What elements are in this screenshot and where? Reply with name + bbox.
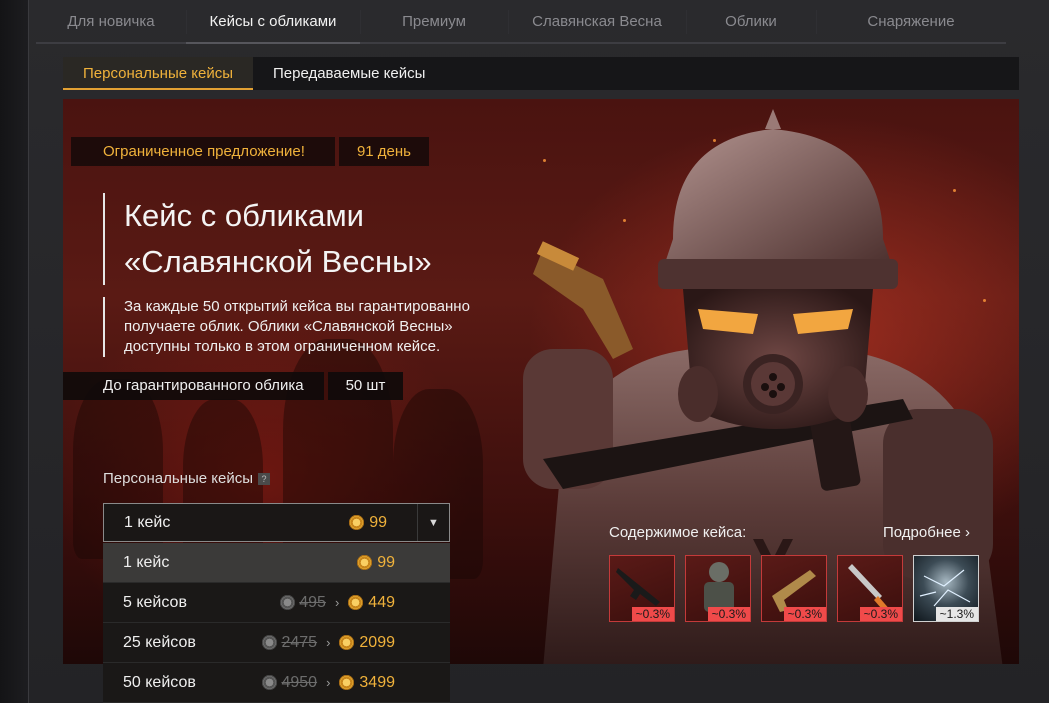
tab-equipment[interactable]: Снаряжение	[816, 0, 1006, 44]
option-1-case[interactable]: 1 кейс 99	[103, 543, 450, 583]
drop-chance: ~0.3%	[783, 607, 826, 621]
case-item[interactable]: ~0.3%	[837, 555, 903, 622]
option-price-value: 3499	[359, 673, 395, 691]
option-price: 2475 › 2099	[262, 634, 395, 652]
chevron-right-icon: ›	[326, 675, 331, 690]
personal-cases-text: Персональные кейсы	[103, 470, 253, 487]
old-price: 495	[280, 594, 326, 612]
tab-personal-cases[interactable]: Персональные кейсы	[63, 57, 253, 90]
option-price-value: 99	[377, 553, 395, 571]
description-line3: доступны только в этом ограниченном кейс…	[124, 338, 441, 355]
limited-offer-label: Ограниченное предложение!	[71, 137, 335, 166]
drop-chance: ~0.3%	[631, 607, 674, 621]
option-label: 25 кейсов	[123, 633, 196, 651]
gold-coin-icon	[339, 675, 355, 690]
old-price-value: 2475	[281, 633, 318, 651]
drop-chance: ~0.3%	[859, 607, 902, 621]
case-item[interactable]: ~0.3%	[761, 555, 827, 622]
old-price-value: 495	[299, 593, 326, 611]
gold-coin-icon	[357, 555, 373, 570]
gray-coin-icon	[262, 635, 278, 650]
tab-skin-cases[interactable]: Кейсы с обликами	[186, 0, 360, 44]
case-item[interactable]: ~0.3%	[609, 555, 675, 622]
option-label: 1 кейс	[123, 553, 170, 571]
case-title-line1: Кейс с обликами	[124, 198, 364, 233]
gold-coin-icon	[349, 515, 365, 530]
dropdown-selected-price: 99	[349, 514, 417, 532]
old-price: 2475	[262, 634, 317, 652]
dropdown-selected-label: 1 кейс	[124, 513, 171, 531]
guarantee-label: До гарантированного облика	[63, 372, 324, 400]
option-label: 5 кейсов	[123, 593, 187, 611]
gray-coin-icon	[280, 595, 296, 610]
case-items: ~0.3% ~0.3% ~0.3% ~0.3% ~1.3%	[609, 555, 979, 622]
case-contents-label: Содержимое кейса:	[609, 524, 747, 541]
drop-chance: ~0.3%	[707, 607, 750, 621]
option-price: 99	[357, 554, 395, 572]
gold-coin-icon	[348, 595, 364, 610]
promo-bar: Ограниченное предложение! 91 день	[71, 137, 429, 166]
case-title-line2: «Славянской Весны»	[124, 244, 432, 279]
option-price-value: 2099	[359, 633, 395, 651]
sub-tabs: Персональные кейсы Передаваемые кейсы	[63, 57, 1019, 90]
guarantee-counter: До гарантированного облика 50 шт	[63, 372, 404, 400]
top-tabs: Для новичка Кейсы с обликами Премиум Сла…	[36, 0, 1049, 46]
case-description: За каждые 50 открытий кейса вы гарантиро…	[103, 297, 533, 357]
description-line1: За каждые 50 открытий кейса вы гарантиро…	[124, 298, 470, 315]
tab-skins[interactable]: Облики	[686, 0, 816, 44]
option-price: 495 › 449	[280, 594, 395, 612]
old-price-value: 4950	[281, 673, 318, 691]
quantity-options-list: 1 кейс 99 5 кейсов 495 › 449 25 кейсов 2…	[103, 543, 450, 703]
quantity-dropdown[interactable]: 1 кейс 99 ▼	[103, 503, 450, 542]
chevron-right-icon: ›	[334, 595, 340, 610]
option-price: 4950 › 3499	[262, 674, 395, 692]
option-25-cases[interactable]: 25 кейсов 2475 › 2099	[103, 623, 450, 663]
tab-transferable-cases[interactable]: Передаваемые кейсы	[253, 57, 445, 90]
personal-cases-label: Персональные кейсы ?	[103, 470, 270, 487]
tab-premium[interactable]: Премиум	[360, 0, 508, 44]
days-remaining: 91 день	[338, 137, 429, 166]
gray-coin-icon	[262, 675, 278, 690]
description-line2: получаете облик. Облики «Славянской Весн…	[124, 318, 453, 335]
left-strip	[0, 0, 28, 703]
case-title: Кейс с обликами «Славянской Весны»	[103, 193, 483, 285]
option-price-value: 449	[368, 593, 395, 611]
price-value: 99	[369, 513, 387, 531]
gold-coin-icon	[339, 635, 355, 650]
case-item[interactable]: ~0.3%	[685, 555, 751, 622]
case-item[interactable]: ~1.3%	[913, 555, 979, 622]
more-details-link[interactable]: Подробнее ›	[883, 524, 970, 541]
drop-chance: ~1.3%	[935, 607, 978, 621]
help-icon[interactable]: ?	[257, 472, 270, 485]
option-5-cases[interactable]: 5 кейсов 495 › 449	[103, 583, 450, 623]
option-label: 50 кейсов	[123, 673, 196, 691]
option-50-cases[interactable]: 50 кейсов 4950 › 3499	[103, 663, 450, 703]
dropdown-arrow-icon[interactable]: ▼	[417, 504, 449, 541]
guarantee-count: 50 шт	[327, 372, 404, 400]
tab-newbie[interactable]: Для новичка	[36, 0, 186, 44]
tab-slavic-spring[interactable]: Славянская Весна	[508, 0, 686, 44]
old-price: 4950	[262, 674, 317, 692]
chevron-right-icon: ›	[326, 635, 331, 650]
